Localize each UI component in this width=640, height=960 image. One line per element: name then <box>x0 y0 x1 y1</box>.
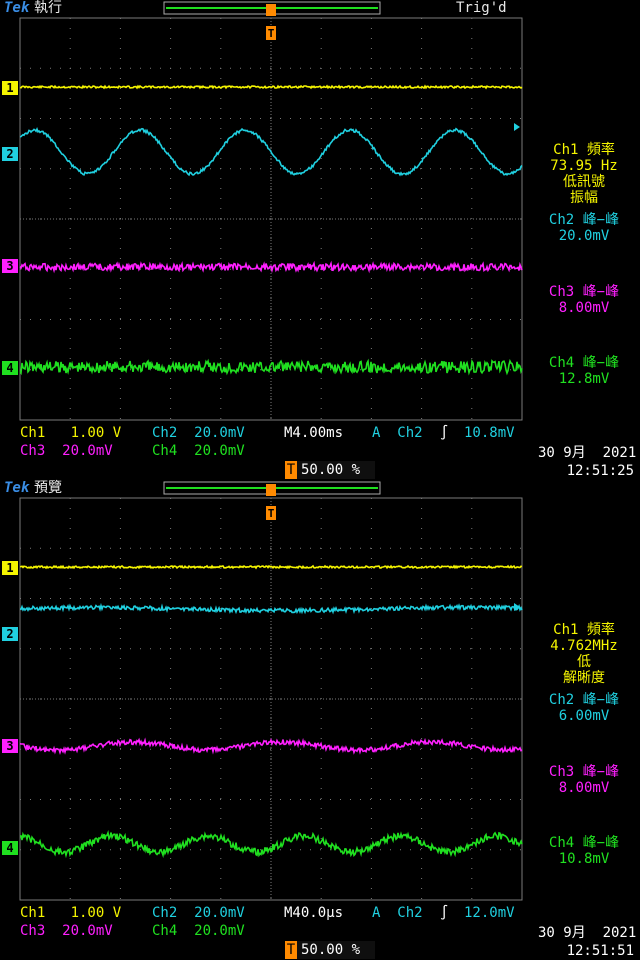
ch4-ground-marker[interactable]: 4 <box>2 361 18 375</box>
trigger-icon: T <box>285 941 297 959</box>
measurement-ch2: Ch2 峰−峰 20.0mV <box>528 212 640 244</box>
measurement-ch1: Ch1 頻率 4.762MHz 低 解晰度 <box>528 622 640 686</box>
meas-ch1-note2: 解晰度 <box>563 670 605 686</box>
meas-ch4-label: Ch4 峰−峰 <box>548 835 620 851</box>
trigger-position: T 50.00 % <box>285 461 375 479</box>
trigger-position: T 50.00 % <box>285 941 375 959</box>
ch1-scale: Ch1 1.00 V <box>20 905 122 921</box>
meas-ch2-label: Ch2 峰−峰 <box>548 692 620 708</box>
trigger-glyph: T <box>268 507 275 520</box>
meas-ch1-note1: 低訊號 <box>563 174 605 190</box>
ch4-scale: Ch4 20.0mV <box>152 443 245 459</box>
ch1-ground-marker[interactable]: 1 <box>2 81 18 95</box>
ch3-scale: Ch3 20.0mV <box>20 923 113 939</box>
trigger-glyph: T <box>268 27 275 40</box>
measurement-ch3: Ch3 峰−峰 8.00mV <box>528 764 640 796</box>
timebase: M4.00ms <box>284 425 344 441</box>
trigger-level: 10.8mV <box>464 425 515 441</box>
meas-ch1-note2: 振幅 <box>570 190 598 206</box>
scope-screen-2: T Tek 預覽 1 2 3 4 Ch1 頻率 4.762MHz 低 解晰度 C… <box>0 480 640 960</box>
ch2-scale: Ch2 20.0mV <box>152 905 245 921</box>
measurement-ch2: Ch2 峰−峰 6.00mV <box>528 692 640 724</box>
meas-ch1-label: Ch1 頻率 <box>553 142 615 158</box>
meas-ch1-note1: 低 <box>577 654 591 670</box>
meas-ch1-label: Ch1 頻率 <box>553 622 615 638</box>
graticule <box>19 17 523 421</box>
scope-screen-1: T Tek 執行 Trig'd 1 2 3 4 Ch1 頻率 73.95 Hz … <box>0 0 640 480</box>
trigger-position-marker <box>266 4 276 16</box>
trigger-position-marker <box>266 484 276 496</box>
timebase: M40.0µs <box>284 905 344 921</box>
ch1-ground-marker[interactable]: 1 <box>2 561 18 575</box>
trigger-status: Trig'd <box>456 0 507 16</box>
meas-ch1-value: 4.762MHz <box>550 638 618 654</box>
measurement-ch4: Ch4 峰−峰 10.8mV <box>528 835 640 867</box>
ch3-ground-marker[interactable]: 3 <box>2 739 18 753</box>
trigger-icon: T <box>285 461 297 479</box>
brand-logo: Tek <box>4 0 30 16</box>
meas-ch3-value: 8.00mV <box>558 780 610 796</box>
ch4-scale: Ch4 20.0mV <box>152 923 245 939</box>
meas-ch4-value: 12.8mV <box>558 371 610 387</box>
measurement-ch3: Ch3 峰−峰 8.00mV <box>528 284 640 316</box>
date: 30 9月 2021 <box>538 925 637 941</box>
meas-ch2-value: 6.00mV <box>558 708 610 724</box>
trigger-level: 12.0mV <box>464 905 515 921</box>
trigger-source: A Ch2 <box>372 425 423 441</box>
ch2-scale: Ch2 20.0mV <box>152 425 245 441</box>
measurement-ch4: Ch4 峰−峰 12.8mV <box>528 355 640 387</box>
brand-logo: Tek <box>4 480 30 496</box>
trigger-level-marker <box>514 123 520 131</box>
meas-ch2-value: 20.0mV <box>558 228 610 244</box>
meas-ch4-value: 10.8mV <box>558 851 610 867</box>
ch1-trace <box>19 84 523 90</box>
ch3-scale: Ch3 20.0mV <box>20 443 113 459</box>
time: 12:51:25 <box>566 463 634 479</box>
meas-ch3-label: Ch3 峰−峰 <box>548 764 620 780</box>
date: 30 9月 2021 <box>538 445 637 461</box>
ch2-ground-marker[interactable]: 2 <box>2 627 18 641</box>
acquisition-state: 執行 <box>34 0 62 16</box>
trigger-source: A Ch2 <box>372 905 423 921</box>
ch1-scale: Ch1 1.00 V <box>20 425 122 441</box>
measurement-ch1: Ch1 頻率 73.95 Hz 低訊號 振幅 <box>528 142 640 206</box>
meas-ch3-label: Ch3 峰−峰 <box>548 284 620 300</box>
ch4-ground-marker[interactable]: 4 <box>2 841 18 855</box>
ch2-ground-marker[interactable]: 2 <box>2 147 18 161</box>
meas-ch1-value: 73.95 Hz <box>550 158 618 174</box>
meas-ch2-label: Ch2 峰−峰 <box>548 212 620 228</box>
meas-ch3-value: 8.00mV <box>558 300 610 316</box>
acquisition-state: 預覽 <box>34 480 62 496</box>
time: 12:51:51 <box>566 943 634 959</box>
meas-ch4-label: Ch4 峰−峰 <box>548 355 620 371</box>
ch3-ground-marker[interactable]: 3 <box>2 259 18 273</box>
